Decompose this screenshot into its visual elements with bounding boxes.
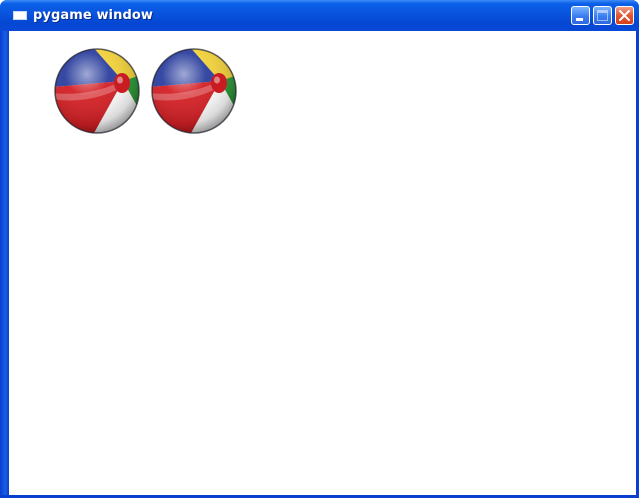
close-icon: [619, 10, 630, 21]
window-frame-left: [0, 31, 9, 498]
pygame-window: pygame window: [0, 0, 639, 498]
window-title: pygame window: [33, 8, 154, 23]
beach-ball-sprite: [151, 48, 237, 134]
title-bar[interactable]: pygame window: [0, 0, 639, 31]
close-button[interactable]: [615, 6, 634, 25]
beach-ball-sprite: [54, 48, 140, 134]
maximize-button[interactable]: [593, 6, 612, 25]
window-icon[interactable]: [13, 11, 27, 20]
minimize-button[interactable]: [571, 6, 590, 25]
